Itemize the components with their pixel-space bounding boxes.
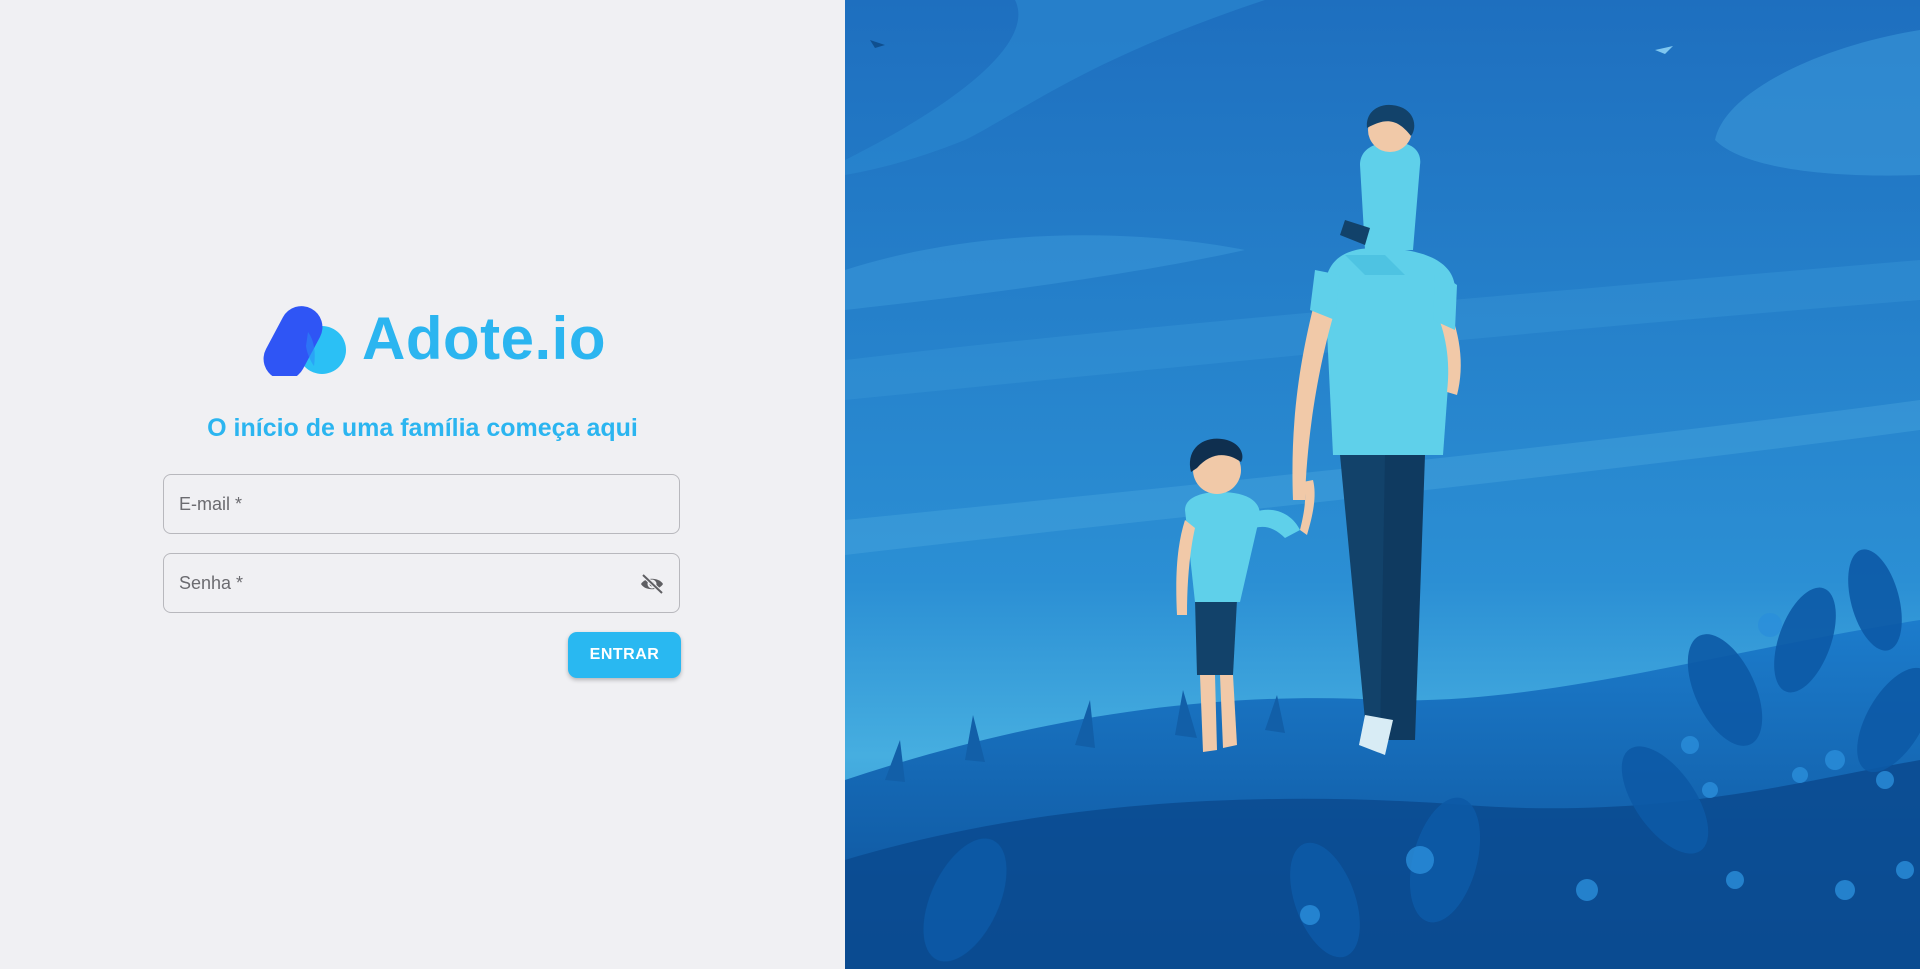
email-input[interactable] [164,475,679,533]
brand: Adote.io [262,300,606,376]
submit-button[interactable]: ENTRAR [568,632,681,678]
login-panel: Adote.io O início de uma família começa … [0,0,845,969]
password-field[interactable] [163,553,680,613]
password-input[interactable] [164,554,679,612]
login-page: Adote.io O início de uma família começa … [0,0,1920,969]
email-field[interactable] [163,474,680,534]
tagline: O início de uma família começa aqui [207,414,638,442]
family-walk-illustration [845,0,1920,969]
eye-off-icon[interactable] [639,572,665,596]
brand-name: Adote.io [362,304,606,372]
hero-panel [845,0,1920,969]
drop-logo-icon [263,306,346,376]
